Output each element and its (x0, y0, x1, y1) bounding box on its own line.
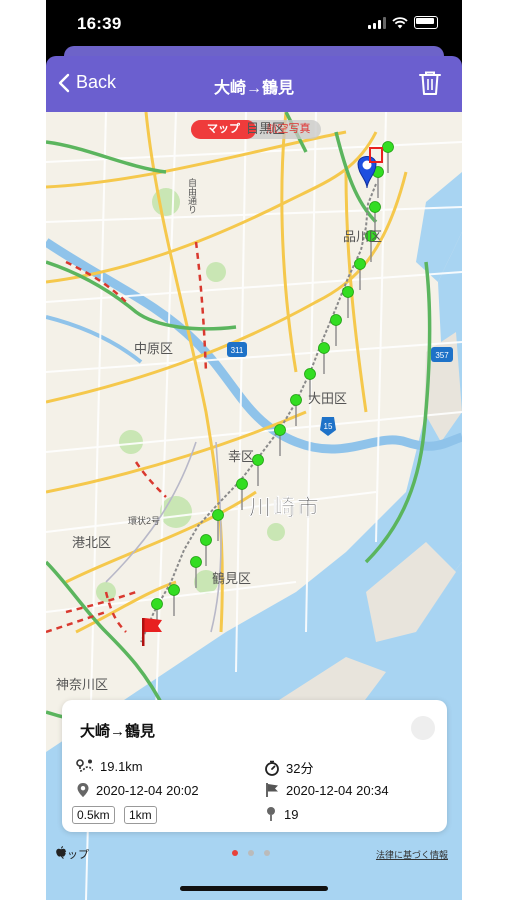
tag-interval[interactable]: 1km (124, 806, 157, 824)
points-value: 19 (284, 806, 299, 822)
route-point-pin[interactable] (200, 534, 212, 567)
label-kawasaki-city: 川崎市 (249, 495, 322, 520)
select-toggle[interactable] (411, 716, 435, 740)
wifi-icon (392, 16, 408, 28)
river (46, 315, 143, 364)
label-saiwai: 幸区 (228, 449, 255, 464)
label-meguro: 目黒区 (246, 121, 286, 136)
status-time: 16:39 (77, 14, 122, 33)
label-tsurumi: 鶴見区 (212, 571, 252, 586)
flag-icon (266, 783, 278, 797)
route-shield-15: 15 (320, 417, 336, 436)
route-shield-357: 357 (431, 347, 453, 362)
trash-icon (419, 71, 441, 95)
page-dot[interactable] (264, 850, 270, 856)
battery-icon (414, 16, 438, 29)
tag-interval[interactable]: 0.5km (72, 806, 115, 824)
label-nakahara: 中原区 (134, 341, 174, 356)
page-dot[interactable] (232, 850, 238, 856)
route-point-pin[interactable] (252, 454, 264, 487)
label-shinagawa: 品川区 (343, 229, 383, 244)
label-jiyudori: 自由通り (187, 178, 197, 214)
distance-icon (76, 759, 94, 772)
page-dot[interactable] (248, 850, 254, 856)
status-icons (368, 16, 438, 29)
label-kanjo2: 環状2号 (128, 516, 161, 526)
end-time-stat: 2020-12-04 20:34 (264, 782, 389, 798)
park (152, 188, 180, 216)
navigation-bar: Back 大崎→鶴見 (46, 56, 462, 112)
nav-title: 大崎→鶴見 (213, 80, 294, 97)
cellular-signal-icon (368, 16, 386, 29)
park (267, 523, 285, 541)
start-time-stat: 2020-12-04 20:02 (76, 782, 199, 798)
route-shield-311: 311 (227, 342, 247, 357)
end-time-value: 2020-12-04 20:34 (286, 782, 389, 798)
home-indicator[interactable] (180, 886, 328, 891)
duration-value: 32分 (286, 761, 314, 776)
page-indicator[interactable] (232, 850, 270, 856)
label-kohoku: 港北区 (72, 535, 112, 550)
stopwatch-icon (265, 760, 279, 776)
apple-maps-attribution[interactable]: マップ (56, 846, 89, 862)
route-point-pin[interactable] (318, 342, 330, 375)
distance-stat: 19.1km (76, 758, 143, 774)
duration-stat: 32分 (264, 758, 313, 777)
card-title: 大崎→鶴見 (80, 723, 156, 740)
route-point-pin[interactable] (168, 584, 180, 617)
location-pin-icon (77, 783, 89, 797)
distance-value: 19.1km (100, 758, 143, 774)
points-stat: 19 (264, 806, 298, 822)
label-ota: 大田区 (308, 391, 348, 406)
park (206, 262, 226, 282)
pin-icon (267, 807, 275, 821)
park (160, 496, 192, 528)
status-bar: 16:39 (46, 0, 462, 46)
delete-button[interactable] (418, 70, 442, 96)
svg-text:357: 357 (435, 351, 449, 360)
park (119, 430, 143, 454)
label-kanagawa: 神奈川区 (56, 677, 109, 692)
svg-text:15: 15 (324, 422, 333, 431)
legal-info-link[interactable]: 法律に基づく情報 (376, 848, 448, 861)
phone-screen: 16:39 Back 大崎→鶴見 311 357 15 マップ 航空写真 目黒区… (46, 0, 462, 900)
route-point-pin[interactable] (330, 314, 342, 347)
apple-logo-icon (56, 846, 66, 857)
trip-info-card[interactable]: 大崎→鶴見 19.1km 32分 2020-12-04 20:02 2020-1… (62, 700, 447, 832)
svg-text:311: 311 (231, 346, 244, 355)
start-time-value: 2020-12-04 20:02 (96, 782, 199, 798)
